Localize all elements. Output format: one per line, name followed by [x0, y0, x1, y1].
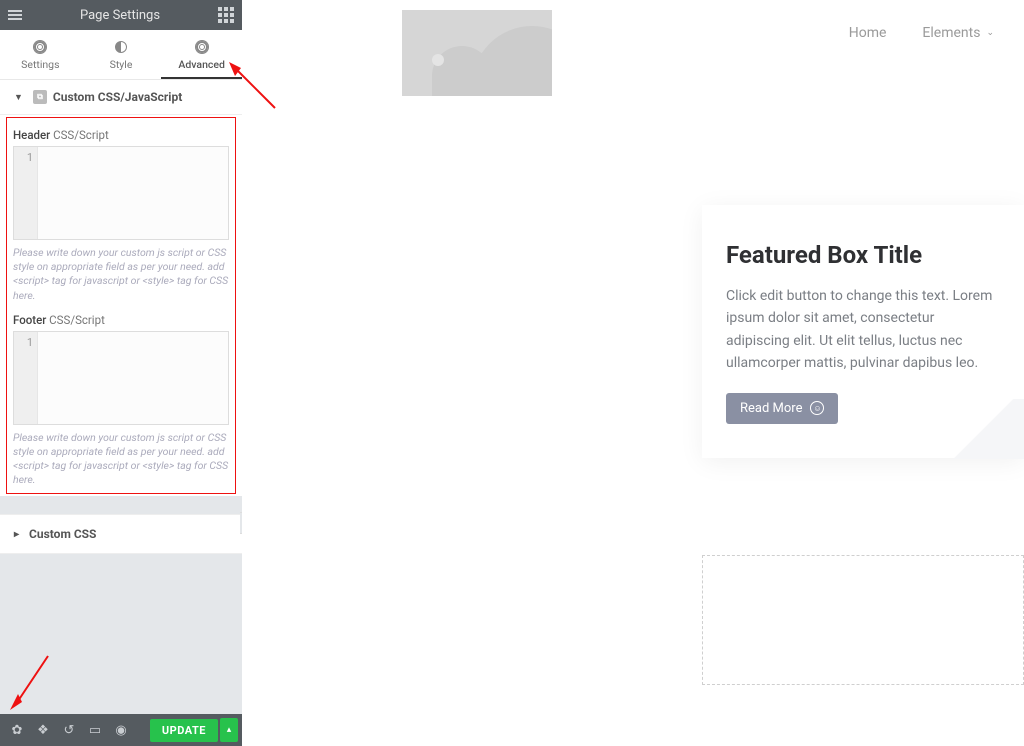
gear-icon [195, 40, 209, 54]
tab-settings[interactable]: Settings [0, 30, 81, 79]
tab-label: Advanced [178, 58, 225, 71]
panel-custom-script: ▼ ⧉ Custom CSS/JavaScript Header CSS/Scr… [0, 80, 242, 496]
caret-down-icon: ▼ [14, 92, 23, 103]
line-gutter: 1 [14, 332, 38, 424]
button-label: Read More [740, 401, 802, 416]
line-gutter: 1 [14, 147, 38, 239]
smile-icon: ☺ [810, 401, 824, 415]
header-script-label: Header CSS/Script [13, 128, 229, 142]
history-icon[interactable]: ↺ [56, 718, 82, 742]
annotation-highlight-box: Header CSS/Script 1 Please write down yo… [6, 117, 236, 494]
image-placeholder[interactable] [402, 10, 552, 96]
header-script-editor[interactable]: 1 [13, 146, 229, 240]
footer-script-label: Footer CSS/Script [13, 313, 229, 327]
gear-icon [33, 40, 47, 54]
drop-zone[interactable] [702, 555, 1024, 685]
code-input[interactable] [38, 332, 228, 424]
sidebar-footer: ✿ ❖ ↺ ▭ ◉ UPDATE ▴ [0, 714, 242, 746]
footer-script-editor[interactable]: 1 [13, 331, 229, 425]
card-title: Featured Box Title [726, 241, 994, 269]
section-header-custom-css[interactable]: ▸ Custom CSS [0, 514, 242, 554]
section-header-custom-script[interactable]: ▼ ⧉ Custom CSS/JavaScript [0, 80, 242, 115]
section-title: Custom CSS/JavaScript [53, 90, 182, 104]
section-title: Custom CSS [29, 527, 96, 541]
update-button[interactable]: UPDATE [150, 719, 218, 742]
grid-icon[interactable] [218, 7, 234, 23]
update-dropdown[interactable]: ▴ [220, 718, 238, 742]
read-more-button[interactable]: Read More ☺ [726, 393, 838, 424]
nav-home[interactable]: Home [849, 25, 887, 41]
site-nav: Home Elements ⌄ [849, 25, 994, 41]
card-body: Click edit button to change this text. L… [726, 285, 994, 375]
eye-icon[interactable]: ◉ [108, 718, 134, 742]
caret-right-icon: ▸ [14, 529, 19, 540]
chevron-down-icon: ⌄ [986, 28, 994, 38]
tab-style[interactable]: Style [81, 30, 162, 79]
featured-card[interactable]: Featured Box Title Click edit button to … [702, 205, 1024, 458]
sidebar-header: Page Settings [0, 0, 242, 30]
nav-label: Elements [922, 25, 980, 41]
canvas: Home Elements ⌄ Featured Box Title Click… [242, 0, 1024, 746]
layers-icon[interactable]: ❖ [30, 718, 56, 742]
footer-script-hint: Please write down your custom js script … [13, 431, 229, 488]
tab-advanced[interactable]: Advanced [161, 30, 242, 79]
settings-tabs: Settings Style Advanced [0, 30, 242, 80]
header-script-hint: Please write down your custom js script … [13, 246, 229, 303]
card-corner-decoration [944, 399, 1024, 459]
gear-icon[interactable]: ✿ [4, 718, 30, 742]
menu-icon[interactable] [8, 10, 22, 20]
nav-elements[interactable]: Elements ⌄ [922, 25, 994, 41]
tab-label: Settings [21, 58, 59, 71]
settings-sidebar: Page Settings Settings Style Advanced ▼ … [0, 0, 242, 746]
device-icon[interactable]: ▭ [82, 718, 108, 742]
code-input[interactable] [38, 147, 228, 239]
page-title: Page Settings [22, 8, 218, 23]
contrast-icon [114, 40, 128, 54]
tab-label: Style [110, 58, 133, 71]
code-icon: ⧉ [33, 90, 47, 104]
